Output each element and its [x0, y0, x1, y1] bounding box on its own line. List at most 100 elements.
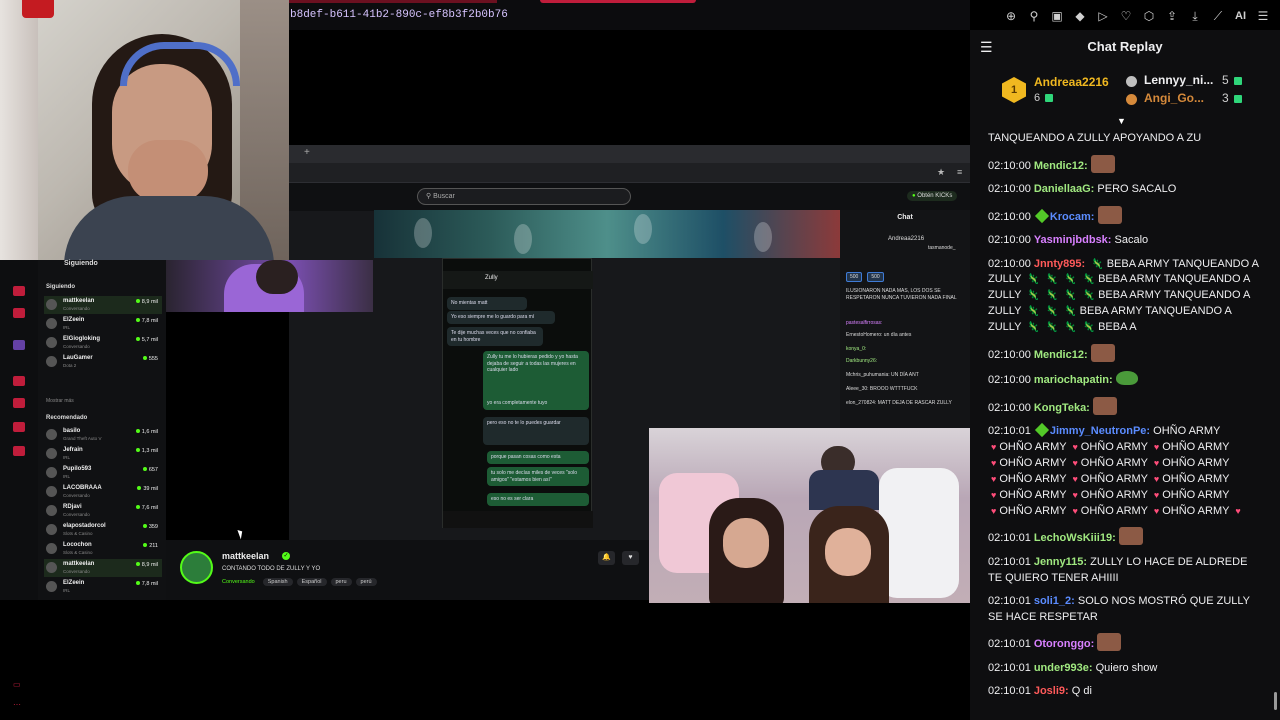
message-username[interactable]: soli1_2:	[1034, 595, 1078, 607]
inner-chat-line: pastesalfirrosas:	[846, 320, 883, 326]
chat-message: 02:10:00 KongTeka:	[988, 396, 1260, 417]
message-username[interactable]: Jnnty895:	[1034, 258, 1088, 270]
bronze-medal-icon	[1126, 94, 1137, 105]
sidebar-channel: mattkeelan Conversando 8,9 mil	[44, 559, 162, 577]
channel-category: IRL	[63, 588, 71, 593]
avatar	[46, 467, 57, 478]
lizard-emote-icon: 🦎	[1027, 290, 1040, 302]
stream-tag: perú	[355, 578, 377, 586]
lizard-emote-icon: 🦎	[1064, 290, 1077, 302]
heart-icon[interactable]: ♡	[1120, 8, 1132, 24]
streamer-cam	[166, 260, 373, 312]
stream-category: Conversando	[222, 579, 255, 585]
kick-rail-icon	[13, 308, 25, 318]
play-icon[interactable]: ▷	[1097, 8, 1109, 24]
message-username[interactable]: Yasminjbdbsk:	[1034, 234, 1115, 246]
message-username[interactable]: KongTeka:	[1034, 402, 1093, 414]
follow-heart-icon: ♥	[622, 551, 639, 565]
message-username[interactable]: Jimmy_NeutronPe:	[1050, 425, 1153, 437]
ai-button[interactable]: AI	[1235, 8, 1246, 24]
chat-leaderboard: 1 Andreaa2216 6 Lennyy_ni... 5 Angi_Go..…	[970, 68, 1280, 118]
pin-icon[interactable]: ⚲	[1028, 8, 1040, 24]
message-text: OHÑO ARMY	[999, 456, 1070, 469]
menu-icon[interactable]: ☰	[1257, 8, 1269, 24]
kick-rail-icon	[13, 446, 25, 456]
message-username[interactable]: under993e:	[1034, 662, 1096, 674]
chat-message: 02:10:01 Jimmy_NeutronPe: OHÑO ARMY ♥ OHÑO…	[988, 423, 1260, 519]
avatar	[46, 505, 57, 516]
heart-emote-icon: ♥	[991, 442, 997, 453]
captured-urlbar: ★ ≡	[289, 163, 970, 183]
wand-icon[interactable]: ⟋	[1212, 8, 1224, 24]
red-object	[22, 0, 54, 18]
channel-category: IRL	[63, 455, 71, 460]
message-text: OHÑO ARMY	[999, 488, 1070, 501]
chat-message: 02:10:00 Jnnty895: 🦎 BEBA ARMY TANQUEANDO …	[988, 257, 1260, 337]
message-text: Quiero show	[1095, 661, 1158, 674]
lizard-emote-icon: 🦎	[1064, 322, 1077, 334]
room-camera	[649, 428, 970, 603]
chat-scrollbar[interactable]	[1274, 692, 1277, 710]
message-username[interactable]: Jenny115:	[1034, 556, 1090, 568]
dock-icon: ▭	[13, 680, 21, 689]
inner-chat-line: elon_270824: MATT DEJA DE RASCAR ZULLY	[846, 400, 952, 406]
avatar	[46, 524, 57, 535]
lizard-emote-icon: 🦎	[1027, 306, 1040, 318]
message-username[interactable]: mariochapatin:	[1034, 374, 1116, 386]
message-username[interactable]: Krocam:	[1050, 211, 1098, 223]
download-icon[interactable]: ⤓	[1189, 8, 1201, 24]
channel-name: ElGiogloking	[63, 336, 100, 342]
gem-icon	[1233, 94, 1242, 103]
chat-replay-panel: ☰ Chat Replay 1 Andreaa2216 6 Lennyy_ni.…	[970, 30, 1280, 720]
shield-icon[interactable]: ◆	[1074, 8, 1086, 24]
viewer-count: 359	[143, 524, 158, 530]
url-fragment[interactable]: b8def-b611-41b2-890c-ef8b3f2b0b76	[290, 9, 508, 21]
tab-indicator	[287, 0, 497, 3]
leaderboard-name[interactable]: Lennyy_ni...	[1144, 73, 1213, 87]
message-username[interactable]: Mendic12:	[1034, 160, 1091, 172]
lizard-emote-icon: 🦎	[1045, 322, 1059, 334]
viewer-count: 211	[143, 543, 158, 549]
phone-chat-screenshot: Zully No mientas matt Yo eso siempre me …	[442, 258, 593, 528]
count-value: 3	[1222, 91, 1229, 105]
extensions-icon[interactable]: ⬡	[1143, 8, 1155, 24]
active-tab-indicator[interactable]	[540, 0, 696, 3]
message-text: OHÑO ARMY	[1162, 441, 1230, 454]
leaderboard-name[interactable]: Andreaa2216	[1034, 75, 1109, 89]
channel-category: Conversando	[63, 306, 90, 311]
screenshot-icon[interactable]: ▣	[1051, 8, 1063, 24]
channel-category: IRL	[63, 325, 71, 330]
curtain	[0, 0, 38, 260]
heart-emote-icon: ♥	[1153, 489, 1160, 500]
get-kicks-label: Obtén KICKs	[917, 193, 953, 199]
window-menu-icon: ≡	[957, 167, 963, 177]
lizard-emote-icon: 🦎	[1082, 290, 1096, 302]
chat-title: Chat Replay	[1087, 39, 1163, 54]
message-username[interactable]: Mendic12:	[1034, 349, 1091, 361]
chat-message: 02:10:00 Yasminjbdbsk: Sacalo	[988, 233, 1260, 249]
phone-message: eso no es ser clara	[487, 493, 589, 506]
heart-emote-icon: ♥	[1072, 442, 1078, 453]
channel-category: Slots & Casino	[63, 531, 93, 536]
zoom-in-icon[interactable]: ⊕	[1005, 8, 1017, 24]
share-icon[interactable]: ⇪	[1166, 8, 1178, 24]
message-username[interactable]: Josli9:	[1034, 685, 1072, 697]
viewer-count: 1,3 mil	[136, 448, 158, 454]
message-text: OHÑO ARMY	[1080, 488, 1151, 501]
heart-emote-icon: ♥	[991, 505, 997, 516]
person-face	[825, 528, 871, 576]
message-username[interactable]: Otoronggo:	[1034, 638, 1098, 650]
emote-icon	[1097, 205, 1122, 224]
inner-chat-badges: 500 500	[846, 272, 884, 282]
inner-chat-line: konya_0:	[846, 346, 867, 352]
message-username[interactable]: DaniellaaG:	[1034, 183, 1098, 195]
collapse-arrow-icon[interactable]: ▼	[1117, 116, 1126, 126]
gem-icon	[1233, 76, 1242, 85]
leaderboard-name[interactable]: Angi_Go...	[1144, 91, 1204, 105]
message-username[interactable]: LechoWsKiii19:	[1034, 532, 1119, 544]
star-icon: ★	[937, 167, 946, 177]
heart-emote-icon: ♥	[1153, 505, 1160, 516]
message-text: OHÑO ARMY	[1153, 425, 1221, 438]
following-section: Siguiendo	[46, 284, 75, 290]
message-text: OHÑO ARMY	[1080, 441, 1151, 454]
